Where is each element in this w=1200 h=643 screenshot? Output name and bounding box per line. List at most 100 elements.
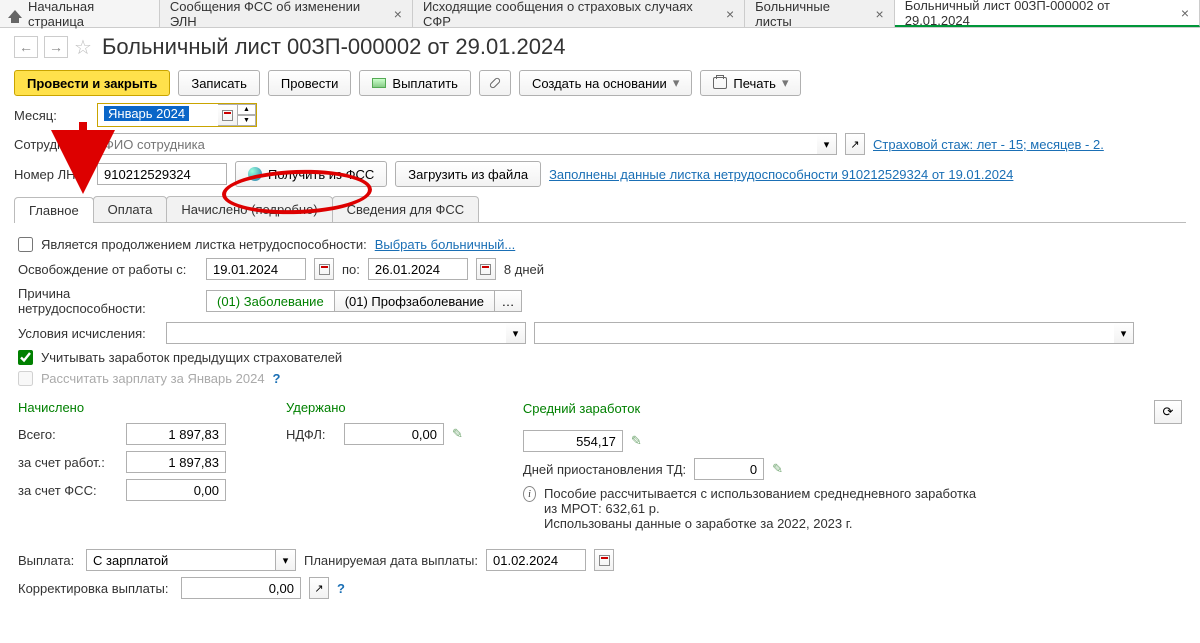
pay-label: Выплатить (392, 76, 458, 91)
month-spinner: ▲ ▼ (238, 104, 256, 126)
date-to-cal-button[interactable] (476, 258, 496, 280)
nav-back-button[interactable]: ← (14, 36, 38, 58)
tab-fss-info[interactable]: Сведения для ФСС (332, 196, 479, 222)
payout-input[interactable] (86, 549, 276, 571)
month-value: Январь 2024 (104, 106, 189, 121)
info-box: i Пособие рассчитывается с использование… (523, 486, 983, 531)
continuation-label: Является продолжением листка нетрудоспос… (41, 237, 367, 252)
post-button[interactable]: Провести (268, 70, 352, 96)
date-from-cal-button[interactable] (314, 258, 334, 280)
avg-input[interactable] (523, 430, 623, 452)
tab-accrued-detail[interactable]: Начислено (подробно) (166, 196, 332, 222)
prev-insurers-checkbox[interactable] (18, 350, 33, 365)
tab-home-label: Начальная страница (28, 0, 151, 29)
condition-1-dropdown[interactable]: ▾ (506, 322, 526, 344)
avg-col: Средний заработок ⟳ ✎ Дней приостановлен… (523, 400, 1182, 531)
close-icon[interactable]: × (1181, 5, 1189, 21)
date-to-input[interactable] (368, 258, 468, 280)
nav-row: ← → ☆ Больничный лист 00ЗП-000002 от 29.… (0, 28, 1200, 66)
nav-forward-button[interactable]: → (44, 36, 68, 58)
insurance-stazh-link[interactable]: Страховой стаж: лет - 15; месяцев - 2. (873, 137, 1104, 152)
planned-date-input[interactable] (486, 549, 586, 571)
pay-button[interactable]: Выплатить (359, 70, 471, 96)
tab-fss-messages[interactable]: Сообщения ФСС об изменении ЭЛН × (160, 0, 413, 27)
correction-row: Корректировка выплаты: ↗ ? (18, 577, 1182, 599)
close-icon[interactable]: × (394, 6, 402, 22)
pencil-icon[interactable]: ✎ (452, 426, 463, 442)
month-up-button[interactable]: ▲ (238, 104, 256, 115)
ln-info-link[interactable]: Заполнены данные листка нетрудоспособнос… (549, 167, 1013, 182)
calc-area: Начислено Всего: за счет работ.: за счет… (18, 400, 1182, 531)
reason-label: Причина нетрудоспособности: (18, 286, 198, 316)
ndfl-input[interactable] (344, 423, 444, 445)
po-label: по: (342, 262, 360, 277)
reason-occupational-button[interactable]: (01) Профзаболевание (334, 290, 495, 312)
correction-input[interactable] (181, 577, 301, 599)
reason-more-button[interactable]: … (494, 290, 522, 312)
prev-insurers-row: Учитывать заработок предыдущих страховат… (18, 350, 1182, 365)
tab-main[interactable]: Главное (14, 197, 94, 223)
money-icon (372, 78, 386, 88)
accrued-col: Начислено Всего: за счет работ.: за счет… (18, 400, 226, 531)
print-button[interactable]: Печать (700, 70, 801, 96)
by-employer-input[interactable] (126, 451, 226, 473)
create-based-button[interactable]: Создать на основании (519, 70, 692, 96)
reason-disease-button[interactable]: (01) Заболевание (206, 290, 335, 312)
recalc-help-icon[interactable]: ? (273, 371, 281, 386)
continuation-checkbox[interactable] (18, 237, 33, 252)
planned-date-cal-button[interactable] (594, 549, 614, 571)
correction-open-button[interactable]: ↗ (309, 577, 329, 599)
load-from-file-button[interactable]: Загрузить из файла (395, 161, 541, 187)
choose-sick-link[interactable]: Выбрать больничный... (375, 237, 516, 252)
release-row: Освобождение от работы с: по: 8 дней (18, 258, 1182, 280)
ndfl-label: НДФЛ: (286, 427, 336, 442)
month-input[interactable]: Январь 2024 (98, 104, 218, 126)
month-down-button[interactable]: ▼ (238, 115, 256, 126)
post-and-close-button[interactable]: Провести и закрыть (14, 70, 170, 96)
globe-icon (248, 167, 262, 181)
tab-outgoing-sfr[interactable]: Исходящие сообщения о страховых случаях … (413, 0, 745, 27)
recalc-salary-checkbox (18, 371, 33, 386)
condition-2-dropdown[interactable]: ▾ (1114, 322, 1134, 344)
tab-current-sick[interactable]: Больничный лист 00ЗП-000002 от 29.01.202… (895, 0, 1200, 27)
ln-number-input[interactable] (97, 163, 227, 185)
total-label: Всего: (18, 427, 118, 442)
condition-2-input[interactable] (534, 322, 1114, 344)
tab-payment[interactable]: Оплата (93, 196, 168, 222)
employee-dropdown-button[interactable]: ▾ (817, 133, 837, 155)
date-from-input[interactable] (206, 258, 306, 280)
employee-input[interactable] (97, 133, 817, 155)
home-icon (8, 10, 22, 18)
suspension-input[interactable] (694, 458, 764, 480)
employee-open-button[interactable]: ↗ (845, 133, 865, 155)
month-calendar-button[interactable] (218, 104, 238, 126)
favorite-icon[interactable]: ☆ (74, 35, 92, 60)
payout-dropdown-button[interactable]: ▾ (276, 549, 296, 571)
correction-help-icon[interactable]: ? (337, 581, 345, 596)
save-button[interactable]: Записать (178, 70, 260, 96)
by-fss-label: за счет ФСС: (18, 483, 118, 498)
close-icon[interactable]: × (726, 6, 734, 22)
pencil-icon[interactable]: ✎ (772, 461, 783, 477)
info-icon: i (523, 486, 536, 502)
document-tabs: Начальная страница Сообщения ФСС об изме… (0, 0, 1200, 28)
print-icon (713, 77, 727, 89)
total-input[interactable] (126, 423, 226, 445)
get-from-fss-button[interactable]: Получить из ФСС (235, 161, 387, 187)
attach-button[interactable] (479, 70, 511, 96)
pencil-icon[interactable]: ✎ (631, 433, 642, 449)
by-fss-input[interactable] (126, 479, 226, 501)
calendar-icon (319, 264, 330, 275)
condition-2-wrap: ▾ (534, 322, 1134, 344)
reason-row: Причина нетрудоспособности: (01) Заболев… (18, 286, 1182, 316)
tab-label: Исходящие сообщения о страховых случаях … (423, 0, 718, 29)
tab-sick-lists[interactable]: Больничные листы × (745, 0, 895, 27)
refresh-button[interactable]: ⟳ (1154, 400, 1182, 424)
detail-tabs: Главное Оплата Начислено (подробно) Свед… (14, 196, 1186, 223)
tab-home[interactable]: Начальная страница (0, 0, 160, 27)
close-icon[interactable]: × (876, 6, 884, 22)
condition-1-input[interactable] (166, 322, 506, 344)
ln-input-wrap (97, 163, 227, 185)
suspension-label: Дней приостановления ТД: (523, 462, 686, 477)
days-text: 8 дней (504, 262, 544, 277)
